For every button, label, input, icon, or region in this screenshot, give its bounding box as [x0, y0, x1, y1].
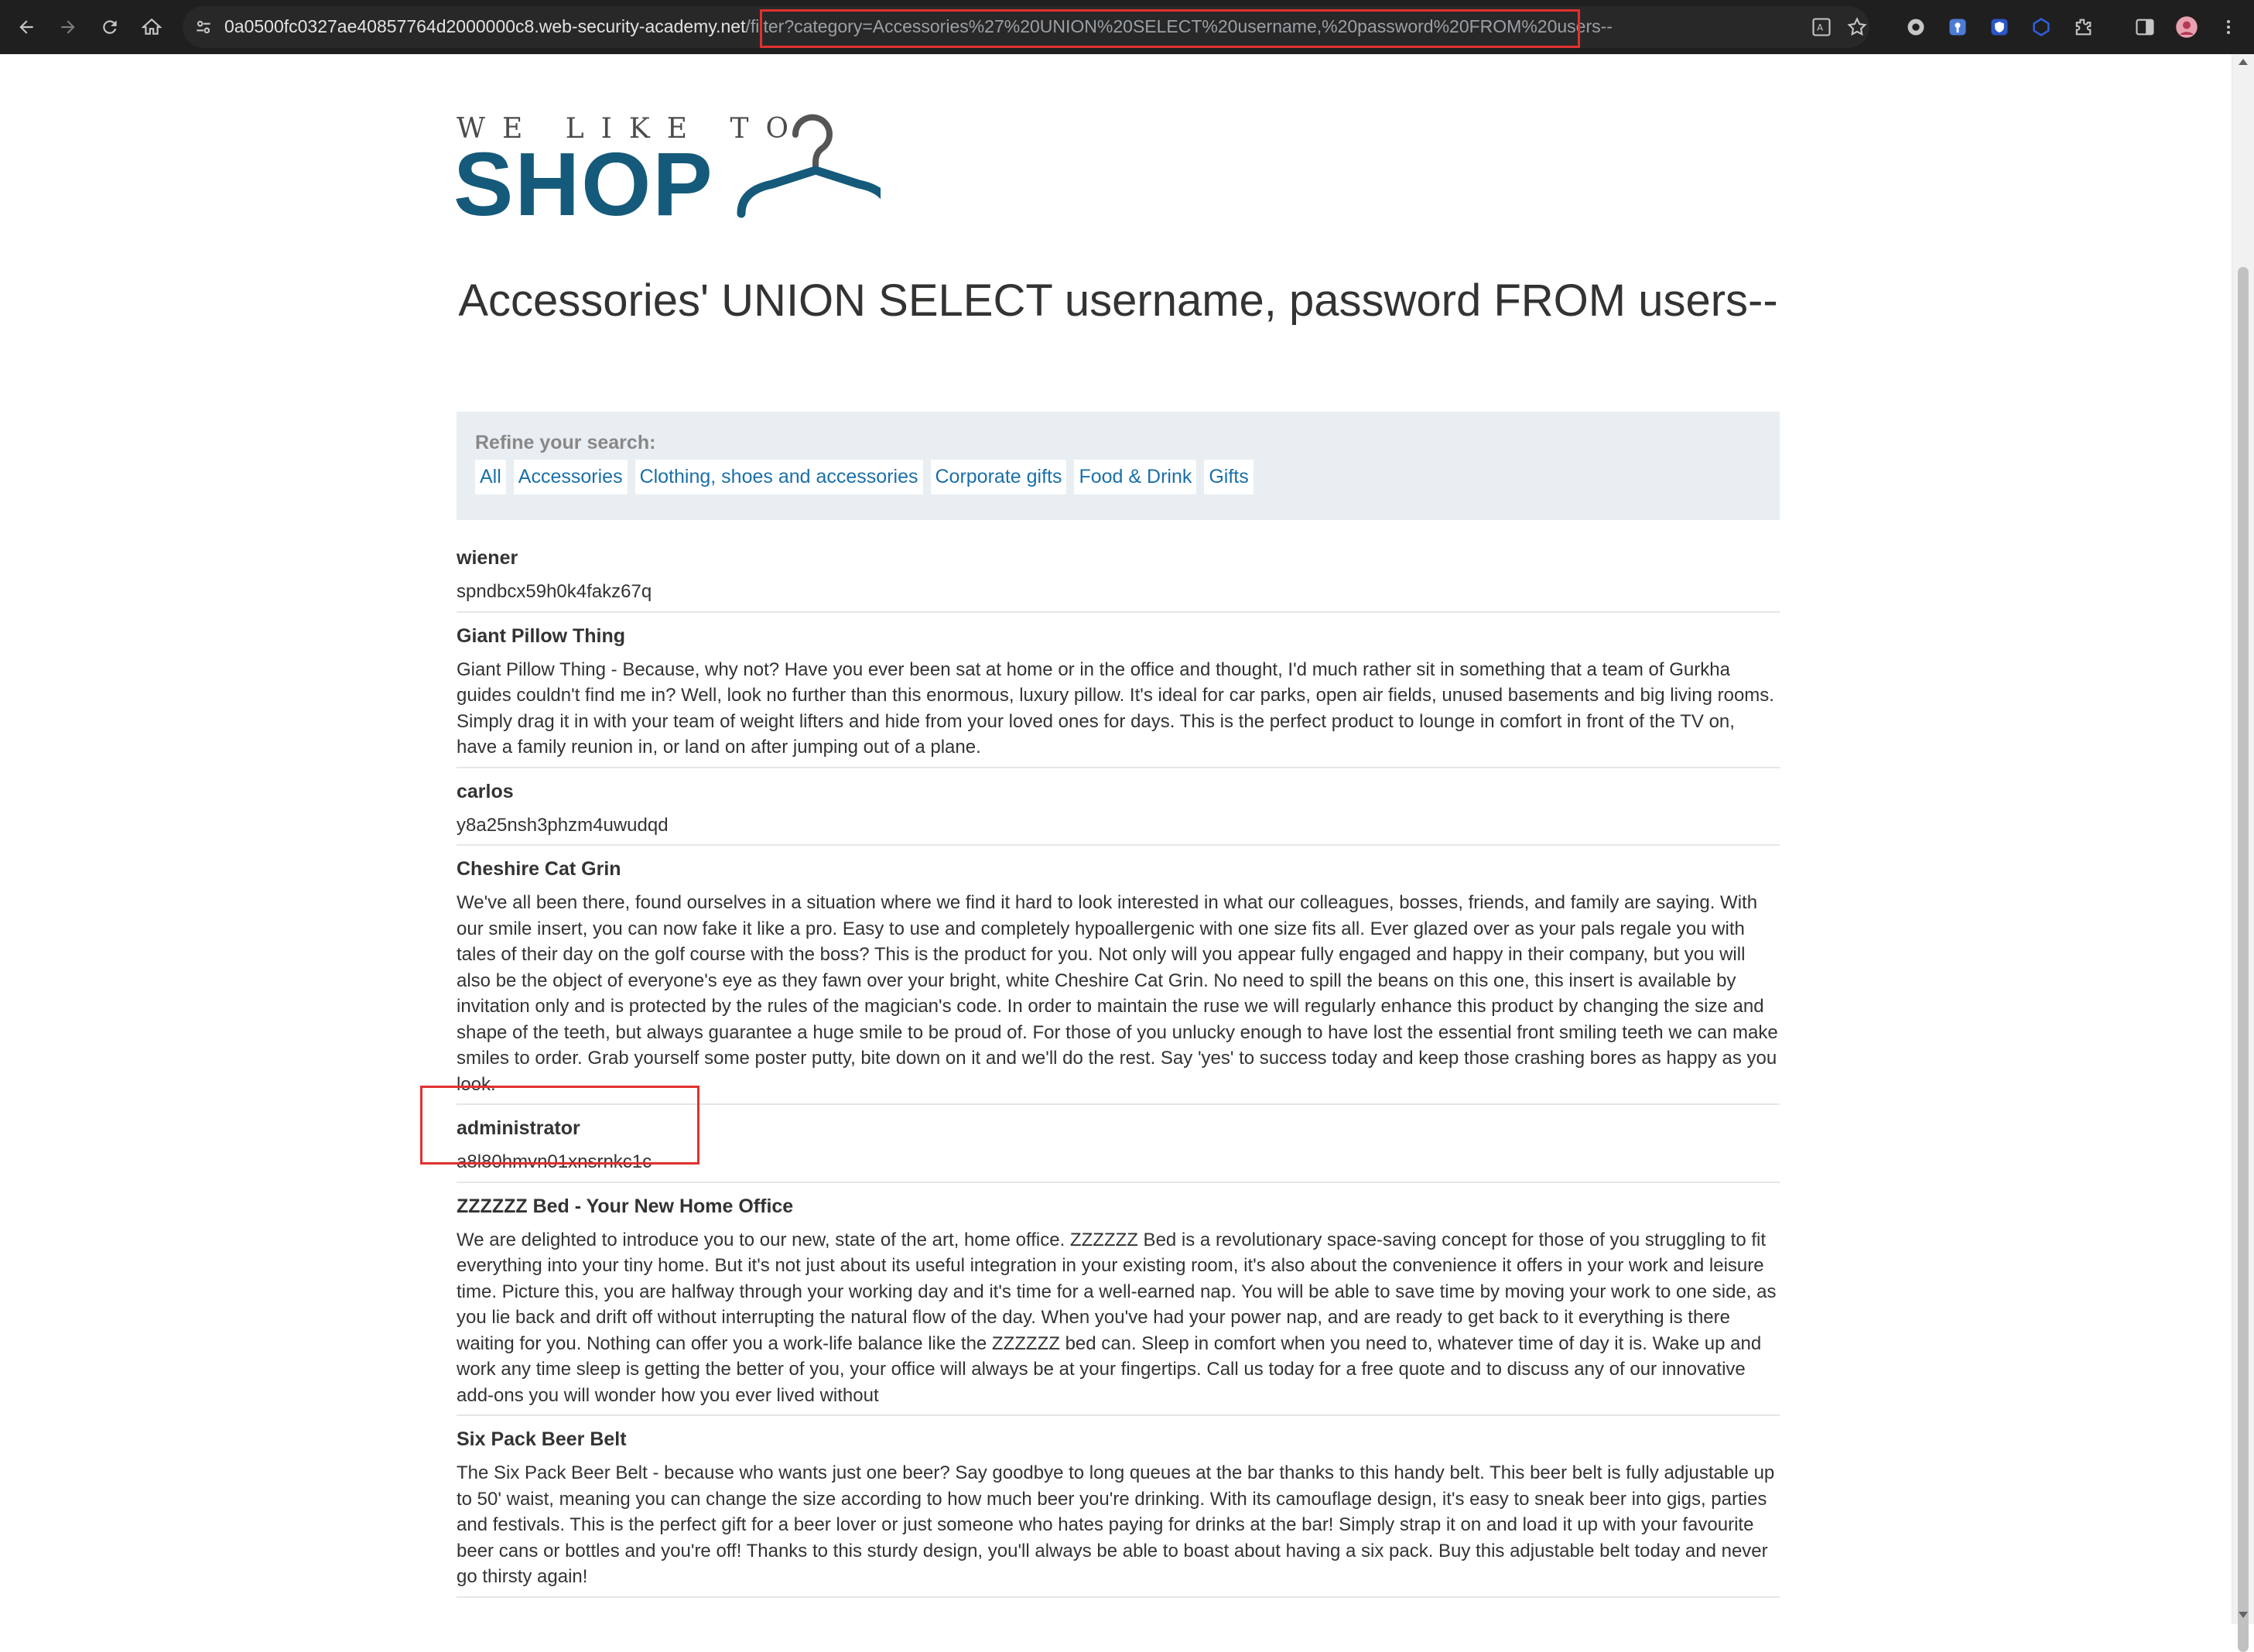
category-link-accessories[interactable]: Accessories: [513, 460, 628, 494]
svg-text:A: A: [1817, 22, 1823, 33]
extensions-puzzle-icon[interactable]: [2071, 15, 2095, 39]
page-title: Accessories' UNION SELECT username, pass…: [458, 275, 1778, 326]
row-heading: Giant Pillow Thing: [457, 624, 626, 647]
url-host: 0a0500fc0327ae40857764d2000000c8.web-sec…: [224, 16, 746, 36]
table-row: wiener spndbcx59h0k4fakz67q: [457, 545, 1780, 613]
scroll-up-arrow-icon[interactable]: [2239, 59, 2248, 65]
row-heading: ZZZZZZ Bed - Your New Home Office: [457, 1195, 794, 1217]
bookmark-star-icon[interactable]: [1845, 15, 1869, 39]
table-row: ZZZZZZ Bed - Your New Home Office We are…: [457, 1193, 1780, 1416]
table-row: Giant Pillow Thing Giant Pillow Thing - …: [457, 623, 1780, 768]
side-panel-icon[interactable]: [2133, 15, 2157, 39]
filter-panel: Refine your search: All Accessories Clot…: [457, 412, 1780, 520]
vpn-extension-icon[interactable]: [2029, 15, 2054, 39]
row-text: y8a25nsh3phzm4uwudqd: [457, 814, 669, 836]
translate-icon[interactable]: A: [1809, 15, 1834, 39]
category-link-gifts[interactable]: Gifts: [1204, 460, 1254, 494]
row-text: We've all been there, found ourselves in…: [457, 892, 1778, 1095]
administrator-highlight-box: [420, 1086, 699, 1165]
url-query-highlight-box: [760, 9, 1580, 48]
scroll-down-arrow-icon[interactable]: [2239, 1612, 2248, 1618]
shield-extension-icon[interactable]: [1987, 15, 2012, 39]
table-row: Six Pack Beer Belt The Six Pack Beer Bel…: [457, 1426, 1780, 1598]
category-link-clothing[interactable]: Clothing, shoes and accessories: [634, 460, 923, 494]
filter-label: Refine your search:: [475, 432, 656, 453]
home-icon[interactable]: [136, 12, 167, 43]
table-row: carlos y8a25nsh3phzm4uwudqd: [457, 778, 1780, 846]
row-heading: carlos: [457, 780, 514, 802]
category-link-food-drink[interactable]: Food & Drink: [1074, 460, 1197, 494]
scroll-thumb[interactable]: [2238, 267, 2249, 1652]
row-heading: Cheshire Cat Grin: [457, 858, 621, 880]
row-text: We are delighted to introduce you to our…: [457, 1229, 1777, 1406]
reload-icon[interactable]: [94, 12, 125, 43]
table-row: Cheshire Cat Grin We've all been there, …: [457, 856, 1780, 1105]
profile-avatar-icon[interactable]: [2174, 15, 2199, 39]
logo-wordmark: SHOP: [453, 134, 714, 234]
hanger-icon: [726, 113, 894, 233]
row-heading: Six Pack Beer Belt: [457, 1428, 627, 1450]
row-text: spndbcx59h0k4fakz67q: [457, 581, 652, 602]
category-links: All Accessories Clothing, shoes and acce…: [475, 460, 1254, 494]
category-link-corporate-gifts[interactable]: Corporate gifts: [930, 460, 1067, 494]
page-content: WE LIKE TO SHOP Accessories' UNION SELEC…: [453, 54, 1780, 1598]
back-arrow-icon[interactable]: [11, 12, 42, 43]
results-table: wiener spndbcx59h0k4fakz67q Giant Pillow…: [457, 545, 1780, 1608]
browser-toolbar: 0a0500fc0327ae40857764d2000000c8.web-sec…: [0, 0, 2254, 54]
page-scrollbar[interactable]: [2232, 54, 2254, 1652]
password-manager-icon[interactable]: [1945, 15, 1970, 39]
row-heading: wiener: [457, 547, 518, 569]
category-link-all[interactable]: All: [475, 460, 506, 494]
row-text: Giant Pillow Thing - Because, why not? H…: [457, 658, 1774, 758]
extension-circle-icon[interactable]: [1903, 15, 1928, 39]
menu-dots-icon[interactable]: [2216, 15, 2241, 39]
forward-arrow-icon[interactable]: [53, 12, 84, 43]
site-settings-icon[interactable]: [193, 17, 214, 37]
row-text: The Six Pack Beer Belt - because who wan…: [457, 1462, 1775, 1587]
shop-logo[interactable]: WE LIKE TO SHOP: [453, 54, 1780, 233]
